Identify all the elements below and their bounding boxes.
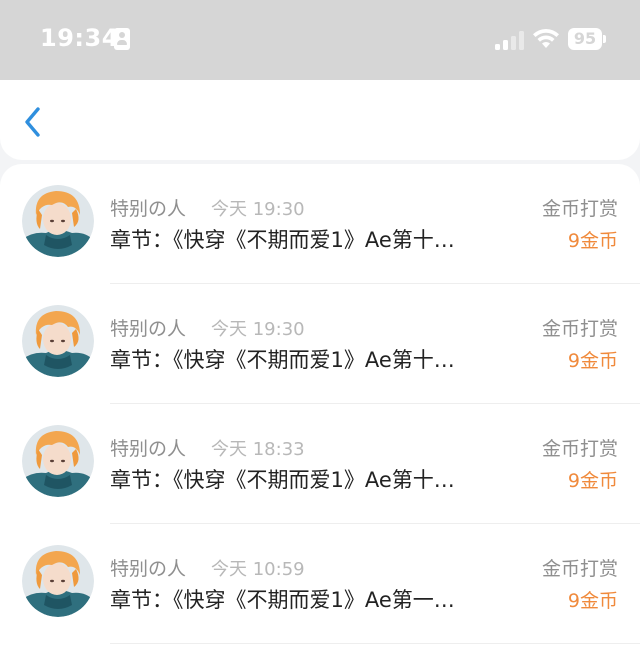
reward-amount: 9金币 bbox=[567, 590, 618, 612]
list-item[interactable]: 特别の人 今天 10:59 章节：《快穿《不期而爱1》Ae第一… 金币打赏 9金… bbox=[0, 524, 640, 644]
status-time: 19:34 bbox=[40, 24, 119, 52]
chapter-title: 章节：《快穿《不期而爱1》Ae第十… bbox=[110, 228, 455, 252]
battery-icon: 95 bbox=[568, 28, 606, 50]
sender-name: 特别の人 bbox=[110, 438, 187, 460]
record-time: 今天 19:30 bbox=[211, 199, 305, 220]
status-bar: 19:34 95 bbox=[0, 0, 640, 80]
avatar bbox=[22, 185, 94, 257]
sender-name: 特别の人 bbox=[110, 318, 187, 340]
list-item[interactable]: 特别の人 今天 19:30 章节：《快穿《不期而爱1》Ae第十… 金币打赏 9金… bbox=[0, 284, 640, 404]
avatar bbox=[22, 425, 94, 497]
list-item[interactable]: 特别の人 今天 19:30 章节：《快穿《不期而爱1》Ae第十… 金币打赏 9金… bbox=[0, 164, 640, 284]
record-time: 今天 18:33 bbox=[211, 439, 305, 460]
sender-name: 特别の人 bbox=[110, 198, 187, 220]
cellular-signal-icon bbox=[495, 30, 525, 50]
battery-level: 95 bbox=[573, 29, 597, 48]
avatar bbox=[22, 545, 94, 617]
reward-amount: 9金币 bbox=[567, 230, 618, 252]
wifi-icon bbox=[533, 28, 559, 48]
chapter-title: 章节：《快穿《不期而爱1》Ae第十… bbox=[110, 468, 455, 492]
id-card-icon bbox=[114, 28, 130, 50]
reward-type: 金币打赏 bbox=[541, 558, 618, 580]
nav-bar bbox=[0, 80, 640, 160]
record-time: 今天 10:59 bbox=[211, 559, 305, 580]
list-item[interactable]: 特别の人 今天 18:33 章节：《快穿《不期而爱1》Ae第十… 金币打赏 9金… bbox=[0, 404, 640, 524]
chapter-title: 章节：《快穿《不期而爱1》Ae第十… bbox=[110, 348, 455, 372]
chevron-left-icon bbox=[25, 107, 40, 137]
reward-amount: 9金币 bbox=[567, 470, 618, 492]
back-button[interactable] bbox=[18, 104, 50, 140]
avatar bbox=[22, 305, 94, 377]
reward-type: 金币打赏 bbox=[541, 318, 618, 340]
reward-amount: 9金币 bbox=[567, 350, 618, 372]
sender-name: 特别の人 bbox=[110, 558, 187, 580]
reward-list: 特别の人 今天 19:30 章节：《快穿《不期而爱1》Ae第十… 金币打赏 9金… bbox=[0, 164, 640, 649]
reward-type: 金币打赏 bbox=[541, 198, 618, 220]
row-divider bbox=[110, 643, 640, 644]
reward-type: 金币打赏 bbox=[541, 438, 618, 460]
chapter-title: 章节：《快穿《不期而爱1》Ae第一… bbox=[110, 588, 455, 612]
record-time: 今天 19:30 bbox=[211, 319, 305, 340]
